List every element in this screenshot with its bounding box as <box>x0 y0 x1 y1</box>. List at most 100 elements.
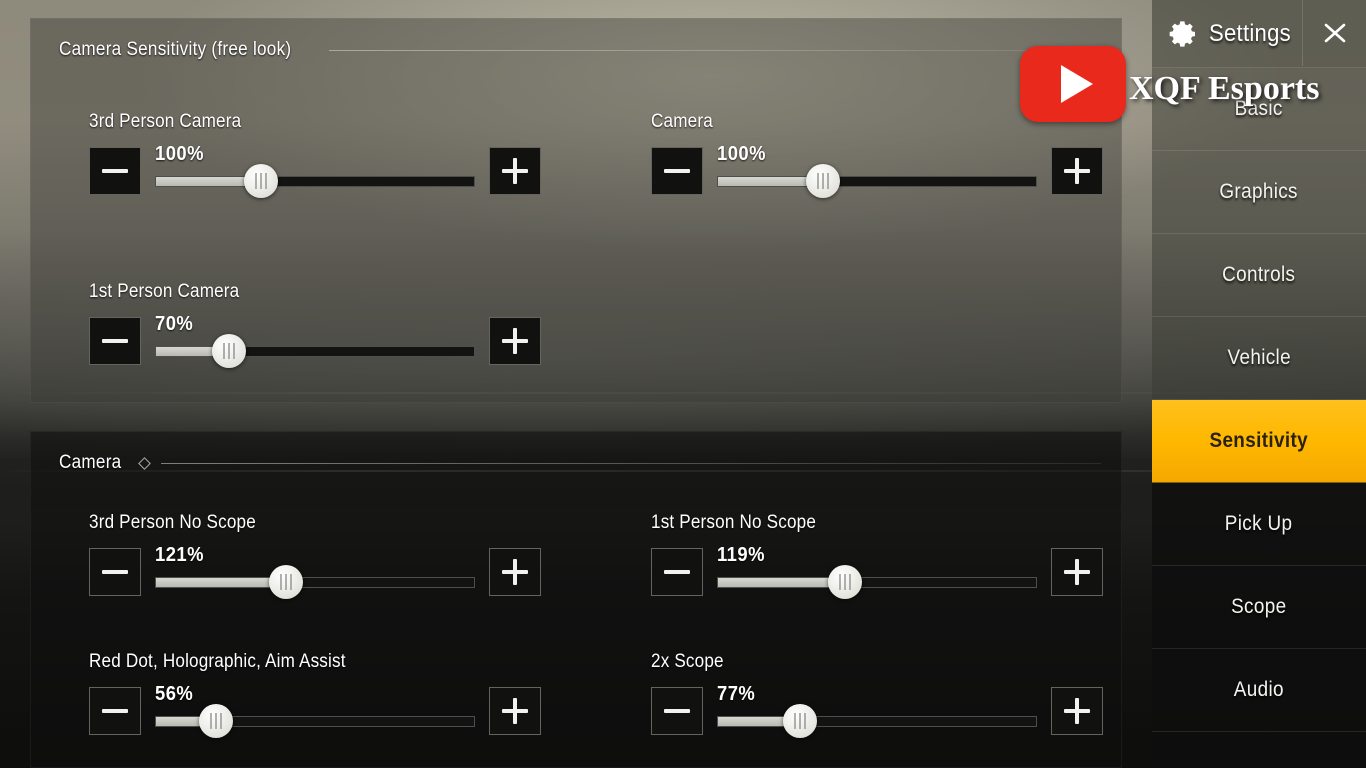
play-icon <box>1060 65 1093 103</box>
increase-button[interactable] <box>489 687 541 735</box>
minus-icon <box>664 559 690 585</box>
setting-label: 3rd Person No Scope <box>89 512 256 533</box>
sidebar-item-label: Scope <box>1231 595 1287 618</box>
section-divider <box>329 49 1101 51</box>
minus-icon <box>664 698 690 724</box>
slider[interactable]: 70% <box>155 313 475 368</box>
section-header-camera: Camera <box>59 452 1101 474</box>
slider-thumb[interactable] <box>243 164 278 198</box>
sidebar-item-graphics[interactable]: Graphics <box>1152 151 1366 234</box>
sidebar-item-scope[interactable]: Scope <box>1152 566 1366 649</box>
section-divider <box>161 462 1101 464</box>
settings-sidebar: Settings Basic Graphics Controls Vehicle… <box>1152 0 1366 768</box>
sidebar-item-sensitivity[interactable]: Sensitivity <box>1152 400 1366 483</box>
slider[interactable]: 100% <box>717 143 1037 198</box>
increase-button[interactable] <box>1051 548 1103 596</box>
sidebar-item-label: Pick Up <box>1225 512 1293 535</box>
slider-value: 119% <box>717 544 765 566</box>
close-icon <box>1324 23 1345 43</box>
setting-group-1st-person-camera: 1st Person Camera 70% <box>89 281 541 368</box>
slider[interactable]: 77% <box>717 683 1037 738</box>
slider-fill <box>156 578 287 587</box>
slider-thumb[interactable] <box>783 704 818 738</box>
section-header-free-look: Camera Sensitivity (free look) <box>59 39 1101 61</box>
slider-row: 100% <box>89 143 541 198</box>
sidebar-title: Settings <box>1209 19 1291 47</box>
increase-button[interactable] <box>1051 687 1103 735</box>
increase-button[interactable] <box>489 317 541 365</box>
setting-group-2x-scope: 2x Scope 77% <box>651 651 1103 738</box>
minus-icon <box>102 559 128 585</box>
slider-row: 119% <box>651 544 1103 599</box>
slider-value: 70% <box>155 313 194 335</box>
setting-label: Camera <box>651 111 713 132</box>
sidebar-item-vehicle[interactable]: Vehicle <box>1152 317 1366 400</box>
slider-track[interactable] <box>717 716 1037 727</box>
slider[interactable]: 121% <box>155 544 475 599</box>
setting-group-3rd-person-no-scope: 3rd Person No Scope 121% <box>89 512 541 599</box>
camera-sensitivity-panel: Camera Sensitivity (free look) 3rd Perso… <box>30 18 1122 403</box>
slider-thumb[interactable] <box>805 164 840 198</box>
decrease-button[interactable] <box>89 687 141 735</box>
setting-group-camera: Camera 100% <box>651 111 1103 198</box>
section-title: Camera <box>59 452 122 473</box>
plus-icon <box>502 328 528 354</box>
section-title: Camera Sensitivity (free look) <box>59 39 292 60</box>
increase-button[interactable] <box>489 548 541 596</box>
slider[interactable]: 56% <box>155 683 475 738</box>
slider-value: 56% <box>155 683 194 705</box>
setting-group-red-dot: Red Dot, Holographic, Aim Assist 56% <box>89 651 541 738</box>
minus-icon <box>102 328 128 354</box>
setting-label: Red Dot, Holographic, Aim Assist <box>89 651 346 672</box>
decrease-button[interactable] <box>651 687 703 735</box>
slider[interactable]: 119% <box>717 544 1037 599</box>
decrease-button[interactable] <box>651 147 703 195</box>
diamond-marker-icon <box>138 456 152 470</box>
slider-row: 121% <box>89 544 541 599</box>
slider-track[interactable] <box>155 346 475 357</box>
setting-group-1st-person-no-scope: 1st Person No Scope 119% <box>651 512 1103 599</box>
slider-value: 100% <box>155 143 204 165</box>
sidebar-item-controls[interactable]: Controls <box>1152 234 1366 317</box>
plus-icon <box>502 698 528 724</box>
camera-scope-panel: Camera 3rd Person No Scope 121% 1st Pers… <box>30 431 1122 768</box>
minus-icon <box>664 158 690 184</box>
setting-label: 3rd Person Camera <box>89 111 242 132</box>
slider-row: 70% <box>89 313 541 368</box>
slider-fill <box>718 578 846 587</box>
decrease-button[interactable] <box>89 147 141 195</box>
decrease-button[interactable] <box>651 548 703 596</box>
slider-track[interactable] <box>155 577 475 588</box>
sidebar-item-partial[interactable] <box>1152 732 1366 768</box>
setting-group-3rd-person-camera: 3rd Person Camera 100% <box>89 111 541 198</box>
minus-icon <box>102 158 128 184</box>
plus-icon <box>502 158 528 184</box>
slider-row: 100% <box>651 143 1103 198</box>
slider-thumb[interactable] <box>198 704 233 738</box>
decrease-button[interactable] <box>89 317 141 365</box>
slider-thumb[interactable] <box>211 334 246 368</box>
sidebar-item-pick-up[interactable]: Pick Up <box>1152 483 1366 566</box>
sidebar-item-audio[interactable]: Audio <box>1152 649 1366 732</box>
slider-track[interactable] <box>717 577 1037 588</box>
slider-track[interactable] <box>717 176 1037 187</box>
slider-row: 77% <box>651 683 1103 738</box>
decrease-button[interactable] <box>89 548 141 596</box>
slider-thumb[interactable] <box>828 565 862 599</box>
gear-icon <box>1166 17 1200 51</box>
plus-icon <box>502 559 528 585</box>
setting-label: 1st Person No Scope <box>651 512 817 533</box>
slider-value: 121% <box>155 544 204 566</box>
slider-thumb[interactable] <box>269 565 304 599</box>
slider[interactable]: 100% <box>155 143 475 198</box>
plus-icon <box>1064 698 1090 724</box>
increase-button[interactable] <box>489 147 541 195</box>
channel-watermark: XQF Esports <box>1129 70 1320 107</box>
sidebar-header: Settings <box>1152 0 1366 68</box>
setting-label: 1st Person Camera <box>89 281 240 302</box>
close-button[interactable] <box>1302 0 1366 66</box>
sidebar-item-label: Vehicle <box>1227 346 1291 369</box>
slider-track[interactable] <box>155 176 475 187</box>
increase-button[interactable] <box>1051 147 1103 195</box>
sidebar-item-label: Graphics <box>1219 180 1299 203</box>
